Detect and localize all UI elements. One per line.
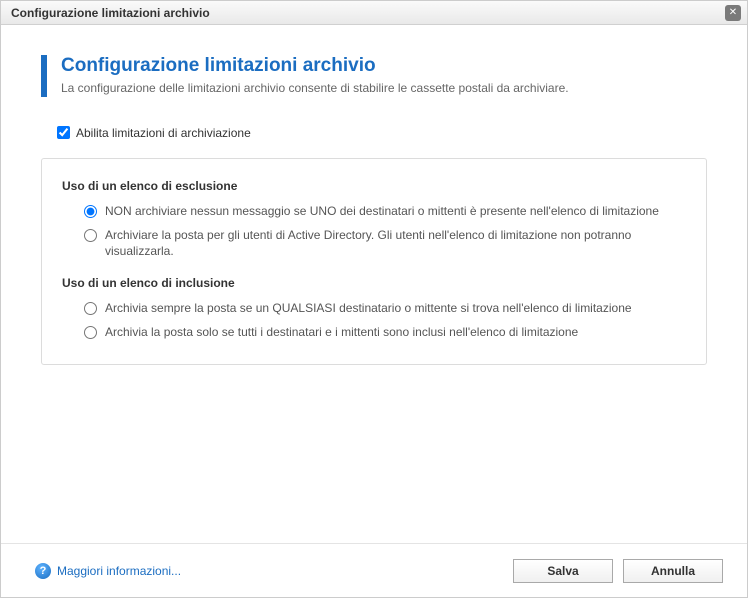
exclusion-radio-ad-users-label[interactable]: Archiviare la posta per gli utenti di Ac…: [105, 227, 690, 259]
exclusion-radio-ad-users[interactable]: [84, 229, 97, 242]
help-link[interactable]: ? Maggiori informazioni...: [35, 563, 181, 579]
footer: ? Maggiori informazioni... Salva Annulla: [1, 543, 747, 597]
enable-limitations-row: Abilita limitazioni di archiviazione: [53, 123, 707, 142]
enable-limitations-checkbox[interactable]: [57, 126, 70, 139]
exclusion-option-1: Archiviare la posta per gli utenti di Ac…: [84, 227, 690, 259]
inclusion-option-0: Archivia sempre la posta se un QUALSIASI…: [84, 300, 690, 316]
cancel-button[interactable]: Annulla: [623, 559, 723, 583]
inclusion-radio-any[interactable]: [84, 302, 97, 315]
header-text-block: Configurazione limitazioni archivio La c…: [61, 55, 569, 95]
footer-buttons: Salva Annulla: [513, 559, 723, 583]
inclusion-radio-all[interactable]: [84, 326, 97, 339]
inclusion-radio-any-label[interactable]: Archivia sempre la posta se un QUALSIASI…: [105, 300, 632, 316]
close-icon: ✕: [729, 8, 737, 18]
help-link-label: Maggiori informazioni...: [57, 564, 181, 578]
exclusion-section-title: Uso di un elenco di esclusione: [62, 179, 690, 193]
options-fieldset: Uso di un elenco di esclusione NON archi…: [41, 158, 707, 365]
close-button[interactable]: ✕: [725, 5, 741, 21]
enable-limitations-label[interactable]: Abilita limitazioni di archiviazione: [76, 126, 251, 140]
content-area: Configurazione limitazioni archivio La c…: [1, 25, 747, 543]
exclusion-radio-no-archive-label[interactable]: NON archiviare nessun messaggio se UNO d…: [105, 203, 659, 219]
dialog-window: Configurazione limitazioni archivio ✕ Co…: [0, 0, 748, 598]
exclusion-radio-no-archive[interactable]: [84, 205, 97, 218]
inclusion-section-title: Uso di un elenco di inclusione: [62, 276, 690, 290]
inclusion-radio-all-label[interactable]: Archivia la posta solo se tutti i destin…: [105, 324, 578, 340]
save-button[interactable]: Salva: [513, 559, 613, 583]
help-icon: ?: [35, 563, 51, 579]
exclusion-option-0: NON archiviare nessun messaggio se UNO d…: [84, 203, 690, 219]
page-title: Configurazione limitazioni archivio: [61, 55, 569, 77]
inclusion-option-1: Archivia la posta solo se tutti i destin…: [84, 324, 690, 340]
window-title: Configurazione limitazioni archivio: [11, 6, 210, 20]
titlebar: Configurazione limitazioni archivio ✕: [1, 1, 747, 25]
page-subtitle: La configurazione delle limitazioni arch…: [61, 81, 569, 95]
header-accent-bar: [41, 55, 47, 97]
page-header: Configurazione limitazioni archivio La c…: [41, 55, 707, 97]
